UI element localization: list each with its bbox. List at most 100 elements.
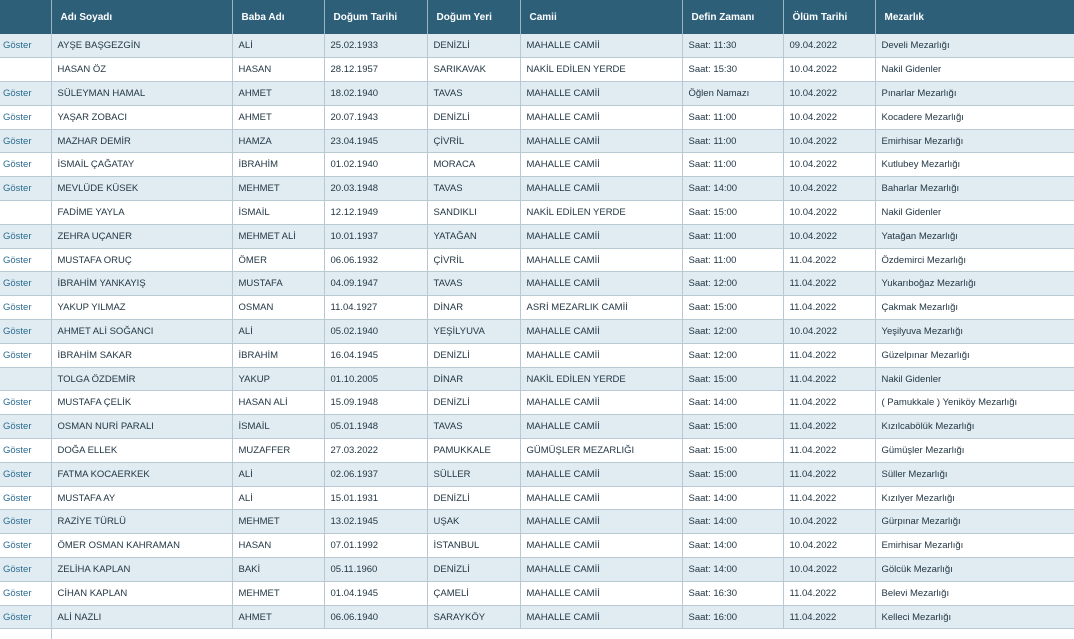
- father-name-cell: HASAN: [232, 57, 325, 83]
- father-name-col-header: Baba Adı: [232, 0, 325, 34]
- birth-place-cell: DENİZLİ: [427, 486, 521, 511]
- burial-time-cell: Saat: 16:00: [682, 605, 784, 630]
- show-link[interactable]: Göster: [0, 176, 52, 202]
- father-name-cell: YAKUP: [232, 367, 325, 392]
- show-link[interactable]: Göster: [0, 224, 52, 249]
- father-name-cell: İBRAHİM: [232, 343, 325, 368]
- cemetery-cell: Kutlubey Mezarlığı: [875, 152, 1074, 178]
- name-cell: İSMAİL ÇAĞATAY: [51, 152, 233, 178]
- show-link[interactable]: Göster: [0, 557, 52, 582]
- show-link[interactable]: Göster: [0, 105, 52, 130]
- burial-time-cell: Saat: 12:00: [682, 271, 784, 297]
- death-date-col-header: Ölüm Tarihi: [783, 0, 876, 34]
- birth-date-cell: 05.02.1940: [324, 319, 428, 344]
- mosque-cell: GÜMÜŞLER MEZARLIĞI: [520, 438, 683, 463]
- birth-place-cell: ÇAMELİ: [427, 581, 521, 606]
- death-date-cell: 10.04.2022: [783, 152, 876, 178]
- death-date-cell: 11.04.2022: [783, 438, 876, 463]
- show-link[interactable]: Göster: [0, 486, 52, 511]
- mosque-cell: MAHALLE CAMİİ: [520, 414, 683, 440]
- burial-time-cell: Saat: 11:00: [682, 129, 784, 154]
- name-cell: DOĞA ELLEK: [51, 438, 233, 463]
- show-link[interactable]: Göster: [0, 533, 52, 559]
- father-name-cell: ALİ: [232, 34, 325, 59]
- birth-date-cell: 15.09.1948: [324, 390, 428, 416]
- show-link[interactable]: Göster: [0, 438, 52, 463]
- table-row: Göster ÖMER OSMAN KAHRAMAN HASAN 07.01.1992…: [0, 533, 1074, 559]
- show-link[interactable]: Göster: [0, 343, 52, 368]
- burial-time-cell: Saat: 11:00: [682, 105, 784, 130]
- show-link[interactable]: Göster: [0, 605, 52, 630]
- birth-place-cell: ÇİVRİL: [427, 129, 521, 154]
- birth-place-cell: TAVAS: [427, 176, 521, 202]
- table-row: HASAN ÖZ HASAN 28.12.1957 SARIKAVAK NAKİL ED…: [0, 57, 1074, 83]
- mosque-cell: MAHALLE CAMİİ: [520, 605, 683, 630]
- show-link[interactable]: Göster: [0, 509, 52, 535]
- table-row: Göster FATMA KOCAERKEK ALİ 02.06.1937 SÜLLER…: [0, 462, 1074, 487]
- birth-place-cell: YATAĞAN: [427, 224, 521, 249]
- table-row: Göster OSMAN NURİ PARALI İSMAİL 05.01.1948 T…: [0, 414, 1074, 440]
- burial-time-cell: Saat: 11:00: [682, 224, 784, 249]
- show-link[interactable]: Göster: [0, 462, 52, 487]
- birth-place-cell: DİNAR: [427, 295, 521, 321]
- cemetery-cell: Emirhisar Mezarlığı: [875, 533, 1074, 559]
- father-name-cell: AHMET: [232, 105, 325, 130]
- birth-date-cell: 05.11.1960: [324, 557, 428, 582]
- mosque-cell: NAKİL EDİLEN YERDE: [520, 200, 683, 225]
- show-link[interactable]: Göster: [0, 319, 52, 344]
- birth-place-cell: PAMUKKALE: [427, 438, 521, 463]
- name-cell: ZELİHA KAPLAN: [51, 557, 233, 582]
- show-link[interactable]: Göster: [0, 34, 52, 59]
- father-name-cell: BAKİ: [232, 557, 325, 582]
- name-cell: FATMA KOCAERKEK: [51, 462, 233, 487]
- death-date-cell: 11.04.2022: [783, 414, 876, 440]
- cemetery-cell: Süller Mezarlığı: [875, 462, 1074, 487]
- name-cell: ZEHRA UÇANER: [51, 224, 233, 249]
- show-link[interactable]: Göster: [0, 414, 52, 440]
- birth-date-cell: 27.03.2022: [324, 438, 428, 463]
- table-row: FADİME YAYLA İSMAİL 12.12.1949 SANDIKLI NAKİ…: [0, 200, 1074, 225]
- name-cell: MUSTAFA ORUÇ: [51, 248, 233, 273]
- show-link[interactable]: Göster: [0, 129, 52, 154]
- show-link[interactable]: Göster: [0, 248, 52, 273]
- show-link[interactable]: Göster: [0, 81, 52, 106]
- table-row: Göster MUSTAFA ORUÇ ÖMER 06.06.1932 ÇİVRİL MA…: [0, 248, 1074, 273]
- name-cell: ÖMER OSMAN KAHRAMAN: [51, 533, 233, 559]
- name-cell: MEVLÜDE KÜSEK: [51, 176, 233, 202]
- birth-place-cell: DENİZLİ: [427, 34, 521, 59]
- birth-date-cell: 01.10.2005: [324, 367, 428, 392]
- show-link[interactable]: Göster: [0, 295, 52, 321]
- birth-place-cell: MORACA: [427, 152, 521, 178]
- name-cell: İBRAHİM YANKAYIŞ: [51, 271, 233, 297]
- table-row: Göster MAZHAR DEMİR HAMZA 23.04.1945 ÇİVRİL M…: [0, 129, 1074, 154]
- birth-place-cell: SARAYKÖY: [427, 605, 521, 630]
- death-date-cell: 09.04.2022: [783, 34, 876, 59]
- name-cell: TOLGA ÖZDEMİR: [51, 367, 233, 392]
- mosque-cell: NAKİL EDİLEN YERDE: [520, 57, 683, 83]
- header-row: Adı Soyadı Baba Adı Doğum Tarihi Doğum Yeri…: [0, 0, 1074, 34]
- empty-action-cell: [0, 200, 52, 225]
- birth-date-cell: 20.03.1948: [324, 176, 428, 202]
- birth-place-cell: ÇİVRİL: [427, 248, 521, 273]
- cemetery-cell: Özdemirci Mezarlığı: [875, 248, 1074, 273]
- table-header: Adı Soyadı Baba Adı Doğum Tarihi Doğum Yeri…: [0, 0, 1074, 34]
- birth-date-cell: 28.12.1957: [324, 57, 428, 83]
- birth-date-cell: 18.02.1940: [324, 81, 428, 106]
- mosque-col-header: Camii: [520, 0, 683, 34]
- show-link[interactable]: Göster: [0, 152, 52, 178]
- show-link[interactable]: Göster: [0, 390, 52, 416]
- father-name-cell: HAMZA: [232, 129, 325, 154]
- show-link[interactable]: Göster: [0, 271, 52, 297]
- name-cell: ALİ NAZLI: [51, 605, 233, 630]
- father-name-cell: AHMET: [232, 81, 325, 106]
- name-cell: CİHAN KAPLAN: [51, 581, 233, 606]
- cemetery-cell: Kızılcabölük Mezarlığı: [875, 414, 1074, 440]
- father-name-cell: İSMAİL: [232, 414, 325, 440]
- mosque-cell: MAHALLE CAMİİ: [520, 248, 683, 273]
- cemetery-cell: Develi Mezarlığı: [875, 34, 1074, 59]
- table-body: Göster AYŞE BAŞGEZGİN ALİ 25.02.1933 DENİZLİ…: [0, 34, 1074, 630]
- show-link[interactable]: Göster: [0, 581, 52, 606]
- birth-date-cell: 02.06.1937: [324, 462, 428, 487]
- table-row: Göster MUSTAFA ÇELİK HASAN ALİ 15.09.1948 DE…: [0, 390, 1074, 416]
- burial-time-cell: Saat: 12:00: [682, 343, 784, 368]
